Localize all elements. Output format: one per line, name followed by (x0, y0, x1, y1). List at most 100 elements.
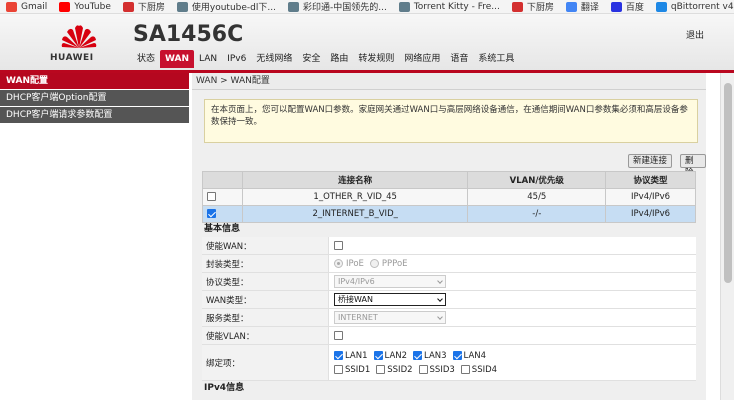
form-row-enable-vlan: 使能VLAN： (202, 327, 696, 345)
brand-name: HUAWEI (50, 53, 94, 63)
lan3-text: LAN3 (424, 350, 447, 361)
ssid2-checkbox[interactable] (376, 364, 386, 374)
ssid3-text: SSID3 (429, 364, 455, 375)
bookmark-item[interactable]: qBittorrent v4.0.3... (650, 0, 734, 13)
wan-type-value: 桥接WAN (329, 291, 696, 308)
chevron-down-icon (437, 296, 443, 302)
protocol-label: 协议类型： (202, 273, 329, 290)
new-connection-button[interactable]: 新建连接 (628, 154, 673, 168)
form-row-binding: 绑定项： LAN1 LAN2 LAN3 LAN4 SSID1 SSID2 SSI… (202, 345, 696, 381)
table-cell-protocol: IPv4/IPv6 (605, 205, 696, 223)
ssid1-option[interactable]: SSID1 (334, 364, 371, 375)
ssid4-checkbox[interactable] (460, 364, 470, 374)
lan4-text: LAN4 (463, 350, 487, 361)
sidebar: WAN配置 DHCP客户端Option配置 DHCP客户端请求参数配置 (0, 73, 189, 400)
youtube-icon (59, 1, 71, 12)
gmail-icon (6, 1, 17, 12)
nav-tab[interactable]: WAN (160, 50, 195, 68)
lan1-option[interactable]: LAN1 (334, 350, 368, 361)
main-nav: 状态 WAN LAN IPv6 无线网络 安全 路由 转发规则 网络应用 语音 系统工具 (132, 50, 519, 68)
nav-tab[interactable]: 网络应用 (399, 50, 445, 68)
bookmark-item[interactable]: 百度 (605, 0, 650, 13)
bookmark-label: 翻译 (580, 3, 599, 13)
enable-wan-checkbox[interactable] (334, 241, 343, 250)
bookmark-label: YouTube (74, 1, 111, 12)
table-header-row: 连接名称 VLAN/优先级 协议类型 (202, 171, 696, 189)
service-select-text: INTERNET (338, 313, 378, 322)
enable-wan-value (329, 237, 696, 254)
table-row[interactable]: 1_OTHER_R_VID_45 45/5 IPv4/IPv6 (202, 188, 696, 206)
nav-tab[interactable]: IPv6 (222, 50, 251, 68)
lan3-option[interactable]: LAN3 (413, 350, 447, 361)
lan2-option[interactable]: LAN2 (373, 350, 407, 361)
scrollbar-thumb[interactable] (724, 83, 732, 283)
table-row[interactable]: 2_INTERNET_B_VID_ -/- IPv4/IPv6 (202, 205, 696, 223)
row-checkbox[interactable] (207, 192, 216, 201)
encap-label: 封装类型： (202, 255, 329, 272)
ssid2-option[interactable]: SSID2 (376, 364, 413, 375)
protocol-value: IPv4/IPv6 (329, 273, 696, 290)
bookmark-item[interactable]: Gmail (0, 0, 53, 13)
ssid3-option[interactable]: SSID3 (418, 364, 455, 375)
nav-tab[interactable]: LAN (194, 50, 222, 68)
bookmark-item[interactable]: Torrent Kitty - Fre... (393, 0, 506, 13)
wan-type-select[interactable]: 桥接WAN (334, 293, 446, 306)
table-cell-vlan: -/- (467, 205, 607, 223)
protocol-select-text: IPv4/IPv6 (338, 277, 375, 286)
lan1-checkbox[interactable] (334, 350, 343, 360)
service-select[interactable]: INTERNET (334, 311, 446, 324)
bookmark-item[interactable]: 翻译 (560, 0, 605, 13)
protocol-select[interactable]: IPv4/IPv6 (334, 275, 446, 288)
bookmark-item[interactable]: YouTube (53, 0, 117, 13)
nav-tab[interactable]: 安全 (297, 50, 325, 68)
nav-tab[interactable]: 无线网络 (251, 50, 297, 68)
nav-tab[interactable]: 系统工具 (473, 50, 519, 68)
sidebar-item-wan-config[interactable]: WAN配置 (0, 73, 189, 90)
nav-tab[interactable]: 语音 (445, 50, 473, 68)
nav-tab[interactable]: 状态 (132, 50, 160, 68)
bookmark-label: 彩印通-中国领先的... (302, 3, 387, 13)
table-cell-vlan: 45/5 (467, 188, 607, 206)
nav-tab[interactable]: 路由 (325, 50, 353, 68)
sidebar-item-dhcp-request[interactable]: DHCP客户端请求参数配置 (0, 107, 189, 124)
lan3-checkbox[interactable] (413, 350, 423, 360)
lan4-option[interactable]: LAN4 (452, 350, 487, 361)
breadcrumb: WAN > WAN配置 (192, 73, 706, 90)
service-label: 服务类型： (202, 309, 329, 326)
page-scrollbar[interactable] (720, 73, 734, 400)
binding-value: LAN1 LAN2 LAN3 LAN4 SSID1 SSID2 SSID3 SS… (329, 345, 696, 380)
delete-button[interactable]: 删除 (680, 154, 706, 178)
nav-tab[interactable]: 转发规则 (353, 50, 399, 68)
sidebar-item-dhcp-option[interactable]: DHCP客户端Option配置 (0, 90, 189, 107)
qbittorrent-icon (655, 1, 667, 12)
logout-link[interactable]: 退出 (686, 28, 704, 41)
enable-vlan-checkbox[interactable] (334, 331, 343, 340)
table-header-select (202, 171, 243, 189)
encap-ipoe-text: IPoE (346, 258, 364, 269)
lan4-checkbox[interactable] (452, 350, 462, 360)
lan-options: LAN1 LAN2 LAN3 LAN4 (334, 350, 497, 361)
lan1-text: LAN1 (345, 350, 368, 361)
form-row-encap: 封装类型： IPoE PPPoE (202, 255, 696, 273)
encap-ipoe-radio[interactable] (334, 259, 343, 268)
lan2-checkbox[interactable] (373, 350, 383, 360)
binding-options: LAN1 LAN2 LAN3 LAN4 SSID1 SSID2 SSID3 SS… (334, 350, 497, 375)
wan-connection-table: 连接名称 VLAN/优先级 协议类型 1_OTHER_R_VID_45 45/5… (202, 171, 696, 223)
form-row-service: 服务类型： INTERNET (202, 309, 696, 327)
bookmark-item[interactable]: 下厨房 (506, 0, 560, 13)
bookmark-item[interactable]: 下厨房 (117, 0, 171, 13)
bookmark-item[interactable]: 彩印通-中国领先的... (282, 0, 393, 13)
basic-info-heading: 基本信息 (204, 224, 241, 234)
main-panel: WAN > WAN配置 在本页面上，您可以配置WAN口参数。家庭网关通过WAN口… (192, 73, 706, 400)
bookmark-item[interactable]: 使用youtube-dl下... (171, 0, 282, 13)
row-checkbox[interactable] (207, 209, 216, 218)
router-header: HUAWEI SA1456C 退出 状态 WAN LAN IPv6 无线网络 安全 路由 转发… (0, 14, 734, 72)
bookmark-label: qBittorrent v4.0.3... (670, 1, 734, 12)
bookmarks-bar: Gmail YouTube 下厨房 使用youtube-dl下... 彩印通-中国领先的… (0, 0, 734, 14)
ssid1-checkbox[interactable] (334, 364, 343, 374)
ssid1-text: SSID1 (345, 364, 371, 375)
ssid3-checkbox[interactable] (418, 364, 428, 374)
encap-pppoe-radio[interactable] (369, 259, 379, 268)
ssid4-option[interactable]: SSID4 (460, 364, 497, 375)
xiachufang-icon (511, 1, 523, 12)
